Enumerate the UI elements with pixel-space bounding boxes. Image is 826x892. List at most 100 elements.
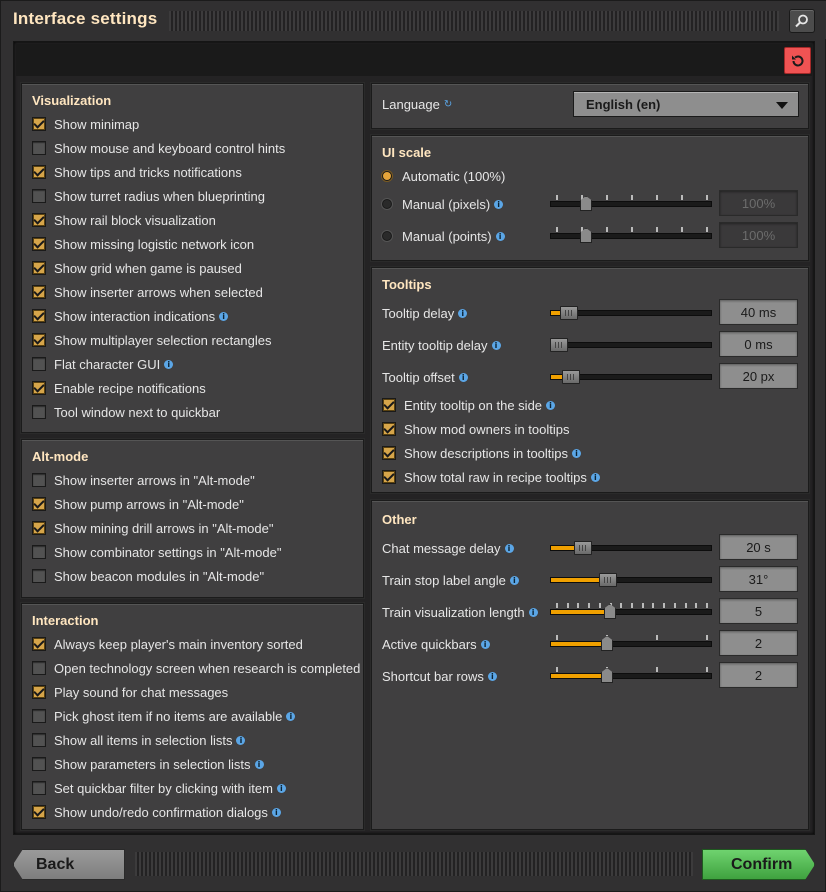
checkbox[interactable] <box>32 545 46 559</box>
back-button[interactable]: Back <box>13 849 125 880</box>
checkbox[interactable] <box>32 309 46 323</box>
slider-handle[interactable] <box>560 306 578 320</box>
uiscale-automatic-radio[interactable]: Automatic (100%) <box>382 166 505 186</box>
checkbox[interactable] <box>32 709 46 723</box>
checkbox[interactable] <box>32 165 46 179</box>
checkbox-play-sound-for-chat-messages[interactable]: Play sound for chat messages <box>32 682 228 702</box>
tooltip-offset-slider[interactable] <box>550 367 712 387</box>
checkbox-show-grid-when-game-is-paused[interactable]: Show grid when game is paused <box>32 258 242 278</box>
checkbox[interactable] <box>32 569 46 583</box>
checkbox-set-quickbar-filter-by-clicking-with-item[interactable]: Set quickbar filter by clicking with ite… <box>32 778 286 798</box>
radio-unselected[interactable] <box>382 231 392 241</box>
slider-handle[interactable] <box>601 668 613 683</box>
slider-handle[interactable] <box>550 338 568 352</box>
checkbox[interactable] <box>32 405 46 419</box>
uiscale-points-radio[interactable]: Manual (points) i <box>382 226 505 246</box>
search-button[interactable] <box>789 9 815 33</box>
confirm-button[interactable]: Confirm <box>702 849 815 880</box>
checkbox[interactable] <box>32 733 46 747</box>
quickbars-value[interactable]: 2 <box>719 630 798 656</box>
checkbox-show-rail-block-visualization[interactable]: Show rail block visualization <box>32 210 216 230</box>
chat-delay-value[interactable]: 20 s <box>719 534 798 560</box>
slider-track[interactable] <box>550 201 712 207</box>
checkbox[interactable] <box>32 381 46 395</box>
checkbox-entity-tooltip-on-the-side[interactable]: Entity tooltip on the side i <box>382 395 556 415</box>
checkbox-open-technology-screen-when-research-is-completed[interactable]: Open technology screen when research is … <box>32 658 360 678</box>
checkbox[interactable] <box>32 285 46 299</box>
checkbox[interactable] <box>32 357 46 371</box>
checkbox-show-undo-redo-confirmation-dialogs[interactable]: Show undo/redo confirmation dialogs i <box>32 802 281 822</box>
checkbox[interactable] <box>32 117 46 131</box>
checkbox-show-mining-drill-arrows-in-alt-mode[interactable]: Show mining drill arrows in "Alt-mode" <box>32 518 273 538</box>
tooltip-delay-slider[interactable] <box>550 303 712 323</box>
entity-tooltip-delay-value[interactable]: 0 ms <box>719 331 798 357</box>
checkbox[interactable] <box>32 473 46 487</box>
entity-tooltip-delay-slider[interactable] <box>550 335 712 355</box>
checkbox-show-interaction-indications[interactable]: Show interaction indications i <box>32 306 229 326</box>
checkbox[interactable] <box>382 422 396 436</box>
train-length-value[interactable]: 5 <box>719 598 798 624</box>
tooltip-delay-value[interactable]: 40 ms <box>719 299 798 325</box>
footer-drag-handle[interactable] <box>135 852 693 876</box>
checkbox-show-inserter-arrows-when-selected[interactable]: Show inserter arrows when selected <box>32 282 263 302</box>
checkbox-show-total-raw-in-recipe-tooltips[interactable]: Show total raw in recipe tooltips i <box>382 467 600 487</box>
checkbox-show-tips-and-tricks-notifications[interactable]: Show tips and tricks notifications <box>32 162 242 182</box>
checkbox[interactable] <box>32 757 46 771</box>
checkbox-show-descriptions-in-tooltips[interactable]: Show descriptions in tooltips i <box>382 443 582 463</box>
checkbox[interactable] <box>32 685 46 699</box>
checkbox-show-inserter-arrows-in-alt-mode[interactable]: Show inserter arrows in "Alt-mode" <box>32 470 255 490</box>
slider-handle[interactable] <box>574 541 592 555</box>
checkbox-tool-window-next-to-quickbar[interactable]: Tool window next to quickbar <box>32 402 220 422</box>
checkbox-show-mouse-and-keyboard-control-hints[interactable]: Show mouse and keyboard control hints <box>32 138 285 158</box>
checkbox-show-missing-logistic-network-icon[interactable]: Show missing logistic network icon <box>32 234 254 254</box>
quickbars-slider[interactable] <box>550 634 712 654</box>
checkbox[interactable] <box>32 237 46 251</box>
checkbox-pick-ghost-item-if-no-items-are-available[interactable]: Pick ghost item if no items are availabl… <box>32 706 296 726</box>
uiscale-points-slider[interactable] <box>550 226 712 246</box>
checkbox[interactable] <box>32 521 46 535</box>
slider-handle[interactable] <box>599 573 617 587</box>
checkbox-show-multiplayer-selection-rectangles[interactable]: Show multiplayer selection rectangles <box>32 330 272 350</box>
checkbox[interactable] <box>32 637 46 651</box>
radio-unselected[interactable] <box>382 199 392 209</box>
checkbox[interactable] <box>32 805 46 819</box>
checkbox-show-turret-radius-when-blueprinting[interactable]: Show turret radius when blueprinting <box>32 186 265 206</box>
checkbox-show-minimap[interactable]: Show minimap <box>32 114 139 134</box>
slider-track[interactable] <box>550 342 712 348</box>
checkbox[interactable] <box>382 470 396 484</box>
checkbox-enable-recipe-notifications[interactable]: Enable recipe notifications <box>32 378 206 398</box>
checkbox[interactable] <box>32 141 46 155</box>
train-angle-value[interactable]: 31° <box>719 566 798 592</box>
slider-handle[interactable] <box>562 370 580 384</box>
slider-handle[interactable] <box>604 604 616 619</box>
train-angle-slider[interactable] <box>550 570 712 590</box>
checkbox-show-pump-arrows-in-alt-mode[interactable]: Show pump arrows in "Alt-mode" <box>32 494 244 514</box>
checkbox[interactable] <box>32 261 46 275</box>
drag-handle[interactable] <box>169 11 779 31</box>
checkbox-show-mod-owners-in-tooltips[interactable]: Show mod owners in tooltips <box>382 419 569 439</box>
reset-button[interactable] <box>784 47 811 74</box>
checkbox-show-combinator-settings-in-alt-mode[interactable]: Show combinator settings in "Alt-mode" <box>32 542 281 562</box>
checkbox-flat-character-gui[interactable]: Flat character GUI i <box>32 354 174 374</box>
checkbox[interactable] <box>32 497 46 511</box>
radio-selected[interactable] <box>382 171 392 181</box>
title-bar[interactable]: Interface settings <box>1 1 826 39</box>
checkbox[interactable] <box>32 781 46 795</box>
checkbox-always-keep-player-s-main-inventory-sorted[interactable]: Always keep player's main inventory sort… <box>32 634 303 654</box>
shortcut-rows-slider[interactable] <box>550 666 712 686</box>
checkbox[interactable] <box>382 446 396 460</box>
slider-track[interactable] <box>550 233 712 239</box>
slider-handle[interactable] <box>601 636 613 651</box>
uiscale-pixels-slider[interactable] <box>550 194 712 214</box>
language-dropdown[interactable]: English (en) <box>573 91 799 117</box>
checkbox[interactable] <box>32 213 46 227</box>
checkbox[interactable] <box>32 661 46 675</box>
checkbox[interactable] <box>32 189 46 203</box>
train-length-slider[interactable] <box>550 602 712 622</box>
checkbox[interactable] <box>382 398 396 412</box>
checkbox-show-beacon-modules-in-alt-mode[interactable]: Show beacon modules in "Alt-mode" <box>32 566 264 586</box>
checkbox-show-all-items-in-selection-lists[interactable]: Show all items in selection lists i <box>32 730 246 750</box>
shortcut-rows-value[interactable]: 2 <box>719 662 798 688</box>
chat-delay-slider[interactable] <box>550 538 712 558</box>
tooltip-offset-value[interactable]: 20 px <box>719 363 798 389</box>
